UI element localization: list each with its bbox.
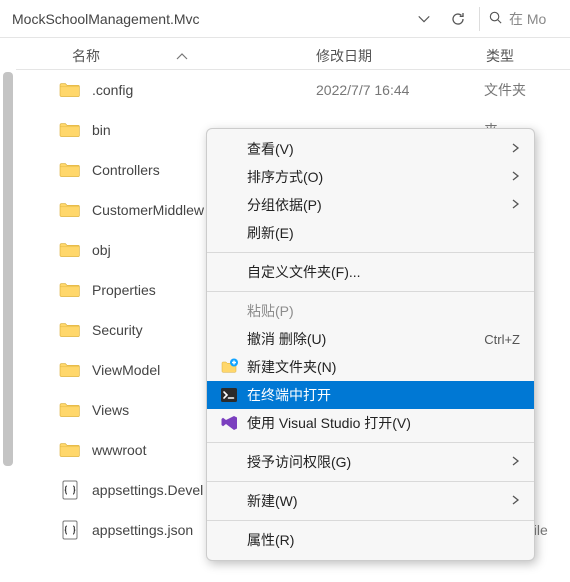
menu-separator	[207, 442, 534, 443]
file-date: 2022/7/7 16:44	[316, 82, 484, 98]
folder-icon	[58, 400, 82, 420]
menu-item[interactable]: 使用 Visual Studio 打开(V)	[207, 409, 534, 437]
menu-item-label: 在终端中打开	[247, 385, 520, 405]
submenu-chevron-icon	[510, 494, 520, 508]
table-row[interactable]: .config2022/7/7 16:44文件夹	[16, 70, 570, 110]
search-icon	[488, 10, 503, 28]
menu-item-label: 排序方式(O)	[247, 167, 504, 187]
menu-item[interactable]: 在终端中打开	[207, 381, 534, 409]
menu-shortcut: Ctrl+Z	[484, 332, 520, 347]
folder-icon	[58, 360, 82, 380]
breadcrumb-path[interactable]: MockSchoolManagement.Mvc	[6, 9, 407, 29]
menu-item-label: 授予访问权限(G)	[247, 452, 504, 472]
menu-item-label: 分组依据(P)	[247, 195, 504, 215]
search-box[interactable]: 在 Mo	[484, 9, 564, 29]
menu-item-label: 使用 Visual Studio 打开(V)	[247, 413, 520, 433]
submenu-chevron-icon	[510, 170, 520, 184]
submenu-chevron-icon	[510, 142, 520, 156]
folder-icon	[58, 160, 82, 180]
menu-separator	[207, 520, 534, 521]
menu-item-label: 粘贴(P)	[247, 301, 520, 321]
menu-item-label: 查看(V)	[247, 139, 504, 159]
vs-icon	[217, 413, 241, 433]
folder-icon	[58, 280, 82, 300]
column-headers: 名称 修改日期 类型	[16, 38, 570, 70]
menu-item-label: 属性(R)	[247, 530, 520, 550]
history-chevron-icon[interactable]	[407, 4, 441, 34]
column-date-header[interactable]: 修改日期	[316, 46, 486, 66]
menu-item[interactable]: 刷新(E)	[207, 219, 534, 247]
blank-icon	[217, 301, 241, 321]
search-placeholder: 在 Mo	[509, 9, 546, 29]
blank-icon	[217, 262, 241, 282]
json-icon	[58, 480, 82, 500]
menu-item[interactable]: 属性(R)	[207, 526, 534, 554]
folder-icon	[58, 80, 82, 100]
blank-icon	[217, 167, 241, 187]
folder-icon	[58, 240, 82, 260]
menu-item[interactable]: 授予访问权限(G)	[207, 448, 534, 476]
menu-item[interactable]: 新建文件夹(N)	[207, 353, 534, 381]
blank-icon	[217, 139, 241, 159]
context-menu: 查看(V) 排序方式(O) 分组依据(P) 刷新(E) 自定义文件夹(F)... 粘贴(P…	[206, 128, 535, 561]
menu-item[interactable]: 新建(W)	[207, 487, 534, 515]
blank-icon	[217, 223, 241, 243]
menu-separator	[207, 252, 534, 253]
menu-separator	[207, 481, 534, 482]
folder-icon	[58, 200, 82, 220]
menu-item-label: 刷新(E)	[247, 223, 520, 243]
column-type-header[interactable]: 类型	[486, 46, 570, 66]
blank-icon	[217, 452, 241, 472]
newfolder-icon	[217, 357, 241, 377]
menu-item[interactable]: 撤消 删除(U)Ctrl+Z	[207, 325, 534, 353]
folder-icon	[58, 320, 82, 340]
menu-item[interactable]: 自定义文件夹(F)...	[207, 258, 534, 286]
terminal-icon	[217, 385, 241, 405]
blank-icon	[217, 530, 241, 550]
menu-item[interactable]: 查看(V)	[207, 135, 534, 163]
file-name: .config	[92, 82, 316, 98]
address-bar: MockSchoolManagement.Mvc 在 Mo	[0, 0, 570, 38]
blank-icon	[217, 491, 241, 511]
menu-item: 粘贴(P)	[207, 297, 534, 325]
menu-item-label: 撤消 删除(U)	[247, 329, 484, 349]
json-icon	[58, 520, 82, 540]
submenu-chevron-icon	[510, 455, 520, 469]
menu-item[interactable]: 分组依据(P)	[207, 191, 534, 219]
folder-icon	[58, 440, 82, 460]
menu-separator	[207, 291, 534, 292]
menu-item[interactable]: 排序方式(O)	[207, 163, 534, 191]
file-type: 文件夹	[484, 80, 526, 100]
vertical-scrollbar[interactable]	[0, 38, 16, 582]
toolbar-divider	[479, 7, 480, 31]
refresh-icon[interactable]	[441, 4, 475, 34]
folder-icon	[58, 120, 82, 140]
column-name-header[interactable]: 名称	[16, 46, 316, 66]
menu-item-label: 新建(W)	[247, 491, 504, 511]
blank-icon	[217, 195, 241, 215]
scroll-thumb[interactable]	[3, 72, 13, 466]
sort-caret-up-icon	[176, 48, 188, 64]
menu-item-label: 自定义文件夹(F)...	[247, 262, 520, 282]
submenu-chevron-icon	[510, 198, 520, 212]
menu-item-label: 新建文件夹(N)	[247, 357, 520, 377]
blank-icon	[217, 329, 241, 349]
